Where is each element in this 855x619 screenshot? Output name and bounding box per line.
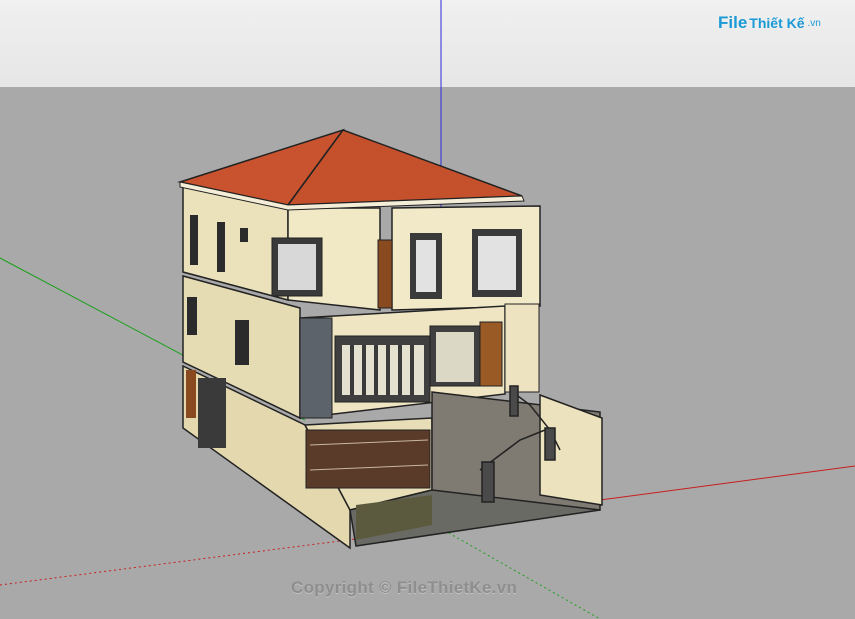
door-3f — [377, 239, 393, 309]
red-axis — [599, 465, 855, 501]
column-2f-right — [504, 303, 540, 393]
window-3f-front-2-glass — [478, 236, 516, 290]
grey-panel-2f — [299, 317, 333, 419]
door-2f — [479, 321, 503, 387]
window-2f-left-1 — [187, 297, 197, 335]
window-2f-left-2 — [235, 320, 249, 365]
logo-text-tld: .vn — [807, 17, 821, 29]
garage-left — [198, 378, 226, 448]
balcony-2f-right-inner — [436, 332, 474, 382]
window-3f-left-1 — [190, 215, 198, 265]
window-3f-front-1-glass — [416, 240, 436, 292]
garage-gate — [305, 429, 431, 489]
window-3f-bay-glass — [278, 244, 316, 290]
window-3f-left-2 — [217, 222, 225, 272]
sketchup-viewport[interactable]: File Thiết Kế .vn Copyright © FileThietK… — [0, 0, 855, 619]
door-ground-left — [186, 370, 196, 418]
brand-logo: File Thiết Kế .vn — [718, 13, 821, 33]
logo-text-thietke: Thiết Kế — [749, 15, 805, 31]
logo-text-file: File — [718, 13, 748, 32]
green-axis-dotted — [439, 527, 601, 619]
copyright-watermark: Copyright © FileThietKe.vn — [291, 578, 518, 597]
vent-3f — [240, 228, 248, 242]
3d-model-scene[interactable] — [0, 0, 855, 619]
